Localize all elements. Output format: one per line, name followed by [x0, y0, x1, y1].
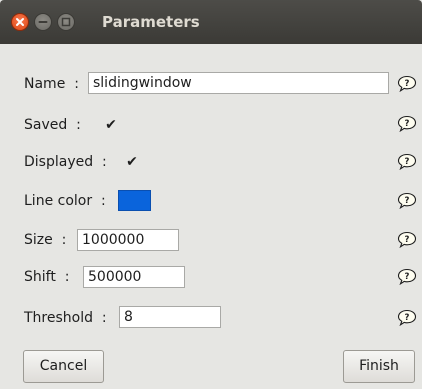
finish-button[interactable]: Finish [343, 350, 415, 383]
svg-text:?: ? [405, 235, 410, 245]
help-speech-bubble-icon[interactable]: ? [397, 192, 417, 209]
svg-text:?: ? [405, 119, 410, 129]
parameters-dialog: Parameters Name : ? Saved : ✔ ? Displaye… [0, 0, 422, 389]
help-speech-bubble-icon[interactable]: ? [397, 231, 417, 248]
name-input[interactable] [88, 72, 389, 94]
minimize-icon [38, 21, 48, 23]
help-speech-bubble-icon[interactable]: ? [397, 309, 417, 326]
shift-label: Shift : [24, 269, 70, 285]
window-title: Parameters [102, 13, 200, 31]
name-label: Name : [24, 76, 79, 92]
line-color-label: Line color : [24, 193, 106, 209]
close-window-button[interactable] [11, 13, 29, 31]
svg-text:?: ? [405, 313, 410, 323]
threshold-input[interactable] [119, 306, 221, 328]
maximize-icon [61, 17, 71, 27]
line-color-swatch[interactable] [118, 190, 151, 211]
shift-input[interactable] [83, 266, 185, 288]
size-label: Size : [24, 232, 67, 248]
svg-text:?: ? [405, 196, 410, 206]
svg-text:?: ? [405, 79, 410, 89]
title-bar[interactable]: Parameters [0, 0, 422, 44]
saved-checkbox[interactable]: ✔ [104, 118, 118, 132]
displayed-checkbox[interactable]: ✔ [125, 155, 139, 169]
help-speech-bubble-icon[interactable]: ? [397, 268, 417, 285]
help-speech-bubble-icon[interactable]: ? [397, 115, 417, 132]
svg-text:?: ? [405, 157, 410, 167]
svg-text:?: ? [405, 272, 410, 282]
help-speech-bubble-icon[interactable]: ? [397, 75, 417, 92]
size-input[interactable] [77, 229, 179, 251]
threshold-label: Threshold : [24, 310, 107, 326]
displayed-label: Displayed : [24, 154, 107, 170]
cancel-button[interactable]: Cancel [23, 350, 104, 383]
help-speech-bubble-icon[interactable]: ? [397, 153, 417, 170]
saved-label: Saved : [24, 117, 81, 133]
maximize-window-button[interactable] [57, 13, 75, 31]
minimize-window-button[interactable] [34, 13, 52, 31]
close-icon [16, 18, 24, 26]
